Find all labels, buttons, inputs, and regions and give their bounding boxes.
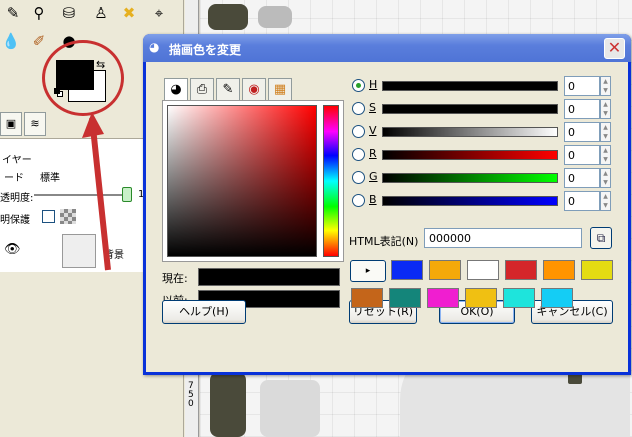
channel-value-s[interactable]: 0 [564, 99, 600, 119]
printer-icon: ⎙ [196, 82, 208, 97]
channel-radio-r[interactable] [352, 148, 365, 161]
channel-slider-h[interactable] [382, 81, 558, 91]
channel-radio-h[interactable] [352, 79, 365, 92]
channel-label-r: R [369, 147, 377, 160]
history-color-swatch[interactable] [465, 288, 497, 308]
history-color-swatch[interactable] [427, 288, 459, 308]
history-color-swatch[interactable] [391, 260, 423, 280]
spin-button[interactable]: ▲ ▼ [600, 191, 611, 211]
watercolor-selector-tab[interactable]: ✎ [216, 78, 240, 102]
canvas-shape [258, 6, 292, 28]
add-to-history-button[interactable]: ▸ [350, 260, 386, 282]
history-color-swatch[interactable] [467, 260, 499, 280]
ruler-label: 750 [188, 381, 194, 409]
current-label: 現在: [162, 272, 188, 285]
channel-value-g[interactable]: 0 [564, 168, 600, 188]
channel-label-s: S [369, 101, 376, 114]
palette-selector-tab[interactable]: ▦ [268, 78, 292, 102]
spin-button[interactable]: ▲ ▼ [600, 99, 611, 119]
history-color-swatch[interactable] [505, 260, 537, 280]
canvas-shape [260, 380, 320, 437]
spin-button[interactable]: ▲ ▼ [600, 76, 611, 96]
html-notation-input[interactable]: 000000 [424, 228, 582, 248]
history-color-swatch[interactable] [503, 288, 535, 308]
html-notation-label: HTML表記(N) [349, 235, 419, 248]
channel-row-v: V 0 ▲ ▼ [352, 122, 622, 142]
channel-row-s: S 0 ▲ ▼ [352, 99, 622, 119]
channel-radio-g[interactable] [352, 171, 365, 184]
channel-label-b: B [369, 193, 377, 206]
channel-radio-s[interactable] [352, 102, 365, 115]
channel-row-r: R 0 ▲ ▼ [352, 145, 622, 165]
current-color-swatch [198, 268, 340, 286]
eyedropper-icon: ⧉ [596, 231, 606, 245]
gimp-selector-tab[interactable]: ◕ [164, 78, 188, 102]
channel-slider-g[interactable] [382, 173, 558, 183]
channel-value-b[interactable]: 0 [564, 191, 600, 211]
cmyk-selector-tab[interactable]: ⎙ [190, 78, 214, 102]
canvas-shape [210, 372, 246, 437]
dialog-titlebar[interactable]: ◕ 描画色を変更 ✕ [143, 34, 631, 62]
help-button[interactable]: ヘルプ(H) [162, 300, 246, 324]
channel-radio-v[interactable] [352, 125, 365, 138]
channel-label-h: H [369, 78, 378, 91]
channel-slider-s[interactable] [382, 104, 558, 114]
dialog-title: 描画色を変更 [169, 43, 242, 57]
channel-label-v: V [369, 124, 377, 137]
channel-value-h[interactable]: 0 [564, 76, 600, 96]
channel-radio-b[interactable] [352, 194, 365, 207]
spin-button[interactable]: ▲ ▼ [600, 122, 611, 142]
channel-slider-b[interactable] [382, 196, 558, 206]
channel-row-b: B 0 ▲ ▼ [352, 191, 622, 211]
history-color-swatch[interactable] [389, 288, 421, 308]
canvas-shape [208, 4, 248, 30]
channel-slider-v[interactable] [382, 127, 558, 137]
change-color-dialog: ◕ 描画色を変更 ✕ ◕ ⎙ ✎ ◉ ▦ 現在: 以前: H 0 ▲▼ S 0 … [143, 34, 631, 375]
close-button[interactable]: ✕ [604, 38, 625, 59]
channel-value-v[interactable]: 0 [564, 122, 600, 142]
channel-row-h: H 0 ▲ ▼ [352, 76, 622, 96]
palette-icon: ▦ [273, 82, 287, 97]
history-color-swatch[interactable] [541, 288, 573, 308]
channel-slider-r[interactable] [382, 150, 558, 160]
gimp-icon: ◕ [149, 40, 160, 54]
color-picker-area [162, 100, 344, 262]
brush-icon: ✎ [222, 82, 234, 97]
spin-button[interactable]: ▲ ▼ [600, 168, 611, 188]
eyedropper-button[interactable]: ⧉ [590, 227, 612, 249]
history-color-swatch[interactable] [429, 260, 461, 280]
channel-label-g: G [369, 170, 378, 183]
hue-strip[interactable] [323, 105, 339, 257]
history-color-swatch[interactable] [543, 260, 575, 280]
spin-button[interactable]: ▲ ▼ [600, 145, 611, 165]
channel-value-r[interactable]: 0 [564, 145, 600, 165]
gimp-icon: ◕ [170, 82, 182, 97]
history-color-swatch[interactable] [351, 288, 383, 308]
color-wheel-icon: ◉ [248, 82, 260, 97]
channel-row-g: G 0 ▲ ▼ [352, 168, 622, 188]
wheel-selector-tab[interactable]: ◉ [242, 78, 266, 102]
history-color-swatch[interactable] [581, 260, 613, 280]
saturation-value-box[interactable] [167, 105, 317, 257]
